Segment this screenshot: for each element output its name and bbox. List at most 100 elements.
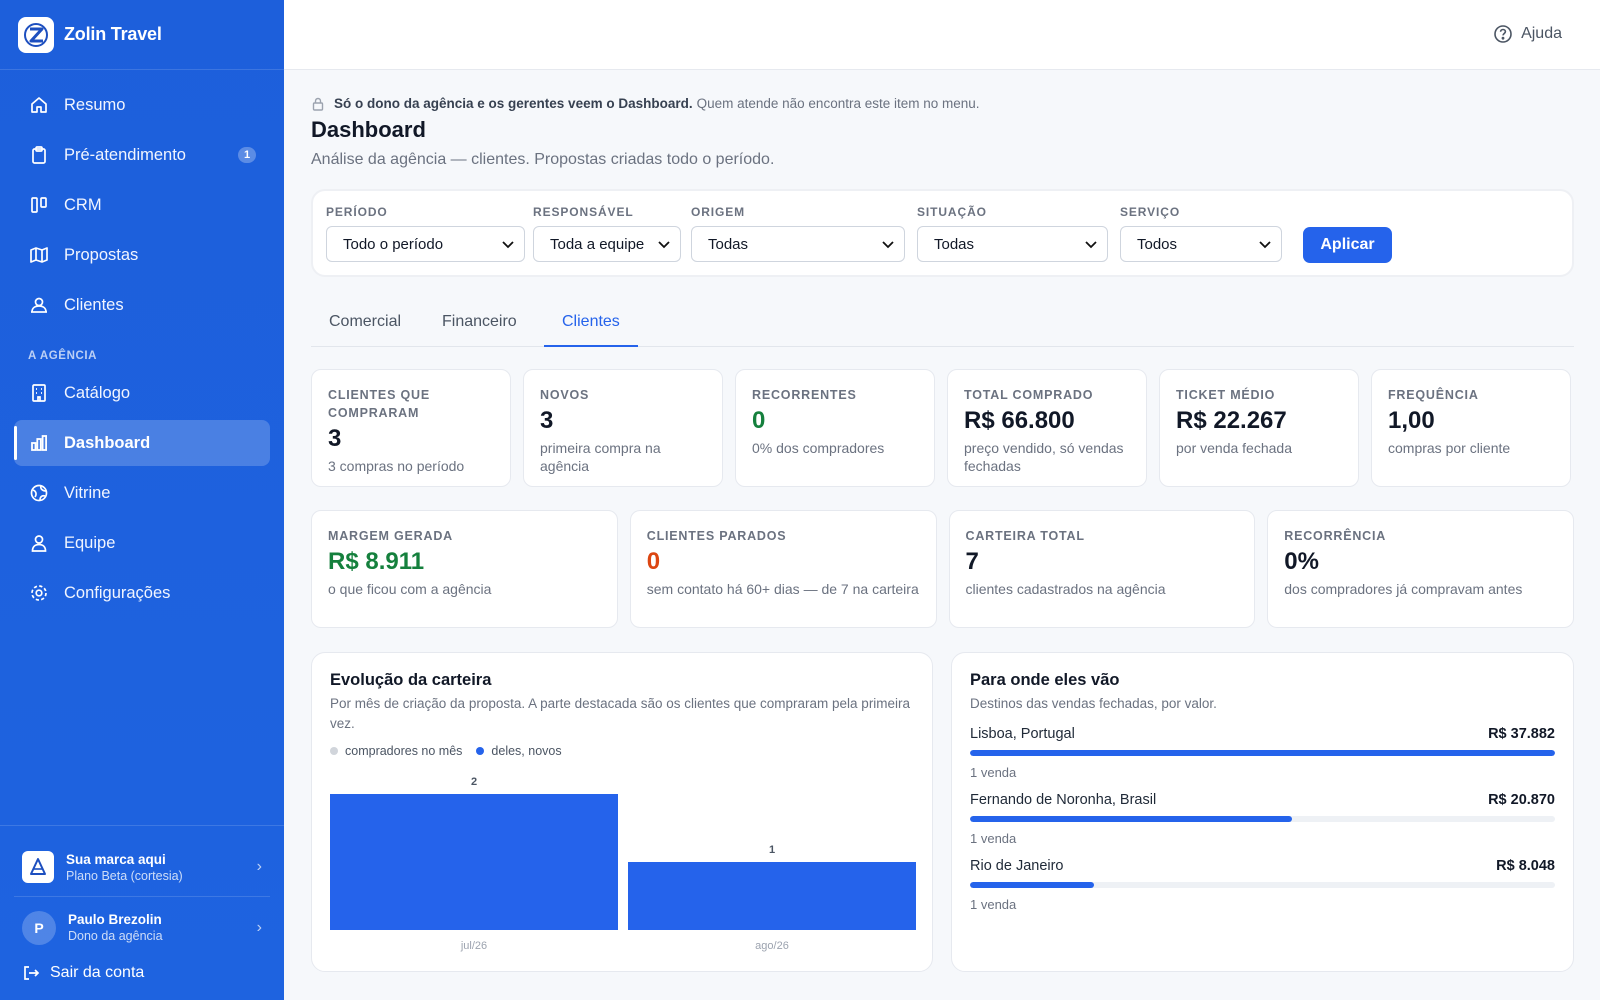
filters-bar: PERÍODO Todo o período RESPONSÁVEL Toda …	[311, 189, 1574, 277]
chevron-down-icon	[658, 236, 670, 253]
stat-label: FREQUÊNCIA	[1388, 388, 1479, 402]
destination-item: Fernando de Noronha, Brasil R$ 20.870 1 …	[970, 792, 1555, 846]
chevron-right-icon: ›	[256, 858, 262, 875]
destination-count: 1 venda	[970, 897, 1017, 912]
users-icon	[28, 294, 50, 316]
stat-card: MARGEM GERADA R$ 8.911 o que ficou com a…	[311, 510, 618, 628]
legend-dot	[476, 747, 485, 755]
sidebar-item-label: Catálogo	[64, 383, 131, 402]
sidebar-item-crm[interactable]: CRM	[14, 182, 270, 228]
destination-bar-fill	[970, 882, 1095, 888]
stat-value: 0	[646, 548, 661, 575]
stat-value: 7	[965, 548, 979, 575]
destination-bar-fill	[970, 750, 1555, 756]
stats-row-1: CLIENTES QUE COMPRARAM 3 3 compras no pe…	[311, 369, 1574, 487]
filter-label: PERÍODO	[326, 205, 388, 219]
access-note: Só o dono da agência e os gerentes veem …	[311, 96, 1574, 111]
sidebar-item-catalogo[interactable]: Catálogo	[14, 370, 270, 416]
sidebar-item-resumo[interactable]: Resumo	[14, 82, 270, 128]
main-content: Só o dono da agência e os gerentes veem …	[311, 96, 1574, 972]
destination-name: Rio de Janeiro	[970, 858, 1064, 874]
sidebar-item-vitrine[interactable]: Vitrine	[14, 470, 270, 516]
sidebar-item-propostas[interactable]: Propostas	[14, 232, 270, 278]
brand[interactable]: Zolin Travel	[0, 0, 284, 70]
apply-button[interactable]: Aplicar	[1303, 227, 1392, 263]
select-value: Todo o período	[343, 235, 444, 253]
kanban-icon	[28, 194, 50, 216]
home-icon	[28, 94, 50, 116]
chevron-down-icon	[1085, 236, 1097, 253]
globe-icon	[28, 482, 50, 504]
tab-clientes[interactable]: Clientes	[544, 313, 638, 347]
situacao-select[interactable]: Todas	[917, 226, 1108, 262]
legend-label: compradores no mês	[345, 744, 463, 758]
tab-comercial[interactable]: Comercial	[311, 313, 419, 347]
destination-bar	[970, 750, 1555, 756]
user-name: Paulo Brezolin	[68, 912, 162, 927]
stat-desc: sem contato há 60+ dias — de 7 na cartei…	[646, 581, 919, 597]
filter-label: ORIGEM	[691, 205, 746, 219]
stat-card: RECORRENTES 0 0% dos compradores	[735, 369, 935, 487]
sidebar-item-equipe[interactable]: Equipe	[14, 520, 270, 566]
logout-button[interactable]: Sair da conta	[14, 954, 270, 982]
avatar: P	[22, 910, 56, 945]
help-label: Ajuda	[1521, 25, 1562, 42]
origem-select[interactable]: Todas	[691, 226, 905, 262]
legend-dot	[330, 747, 338, 755]
help-circle-icon	[1493, 24, 1513, 44]
sidebar-item-clientes[interactable]: Clientes	[14, 282, 270, 328]
stat-desc: preço vendido, só vendas fechadas	[964, 440, 1124, 474]
stat-value: 3	[540, 407, 554, 434]
chevron-down-icon	[882, 236, 894, 253]
sidebar-item-dashboard[interactable]: Dashboard	[14, 420, 270, 466]
brand-plan-button[interactable]: Sua marca aqui Plano Beta (cortesia) ›	[14, 842, 270, 892]
legend-item-buyers: compradores no mês	[330, 744, 462, 758]
dashboard-tabs: Comercial Financeiro Clientes	[311, 299, 1574, 347]
servico-select[interactable]: Todos	[1120, 226, 1282, 262]
filter-label: SERVIÇO	[1120, 205, 1181, 219]
destination-bar	[970, 882, 1555, 888]
brand-plan-subtitle: Plano Beta (cortesia)	[66, 868, 183, 883]
gear-icon	[28, 582, 50, 604]
filter-responsavel: RESPONSÁVEL Toda a equipe	[533, 205, 681, 262]
sidebar-item-configuracoes[interactable]: Configurações	[14, 570, 270, 616]
user-icon	[28, 532, 50, 554]
chevron-down-icon	[1259, 236, 1271, 253]
stat-value: 0	[752, 407, 766, 434]
stat-value: R$ 8.911	[328, 548, 425, 575]
stat-desc: dos compradores já compravam antes	[1284, 581, 1523, 597]
stat-label: NOVOS	[540, 388, 590, 402]
stat-label: TOTAL COMPRADO	[964, 388, 1094, 402]
evolucao-chart: 2 jul/26 1 ago/26	[330, 776, 916, 952]
stat-desc: compras por cliente	[1388, 440, 1511, 456]
stat-value: 0%	[1284, 548, 1319, 575]
legend-item-new: deles, novos	[476, 744, 562, 758]
user-profile-button[interactable]: P Paulo Brezolin Dono da agência ›	[14, 896, 270, 954]
stat-value: 3	[328, 425, 342, 452]
stat-card: CARTEIRA TOTAL 7 clientes cadastrados na…	[948, 510, 1256, 628]
building-icon	[28, 382, 50, 404]
chevron-down-icon	[502, 236, 514, 253]
destination-bar	[970, 816, 1555, 822]
select-value: Todas	[934, 235, 975, 253]
stat-label: RECORRÊNCIA	[1284, 529, 1387, 543]
filter-label: RESPONSÁVEL	[533, 205, 634, 219]
destination-bar-fill	[970, 816, 1293, 822]
destination-value: R$ 20.870	[1488, 792, 1555, 808]
sidebar-item-pre-atendimento[interactable]: Pré-atendimento 1	[14, 132, 270, 178]
help-button[interactable]: Ajuda	[1493, 24, 1562, 44]
access-note-text: Quem atende não encontra este item no me…	[696, 96, 980, 111]
responsavel-select[interactable]: Toda a equipe	[533, 226, 681, 262]
sidebar: Zolin Travel Resumo Pré-atendimento 1 CR…	[0, 0, 284, 1000]
tab-financeiro[interactable]: Financeiro	[424, 313, 535, 347]
destination-count: 1 venda	[970, 831, 1017, 846]
stat-card: CLIENTES PARADOS 0 sem contato há 60+ di…	[629, 510, 937, 628]
legend-label: deles, novos	[491, 744, 562, 758]
stat-value: 1,00	[1388, 407, 1435, 434]
periodo-select[interactable]: Todo o período	[326, 226, 525, 262]
stat-value: R$ 66.800	[964, 407, 1075, 434]
stat-label: CARTEIRA TOTAL	[965, 529, 1085, 543]
logout-icon	[22, 964, 40, 982]
bar-new	[628, 862, 916, 930]
sidebar-item-label: Clientes	[64, 295, 124, 314]
